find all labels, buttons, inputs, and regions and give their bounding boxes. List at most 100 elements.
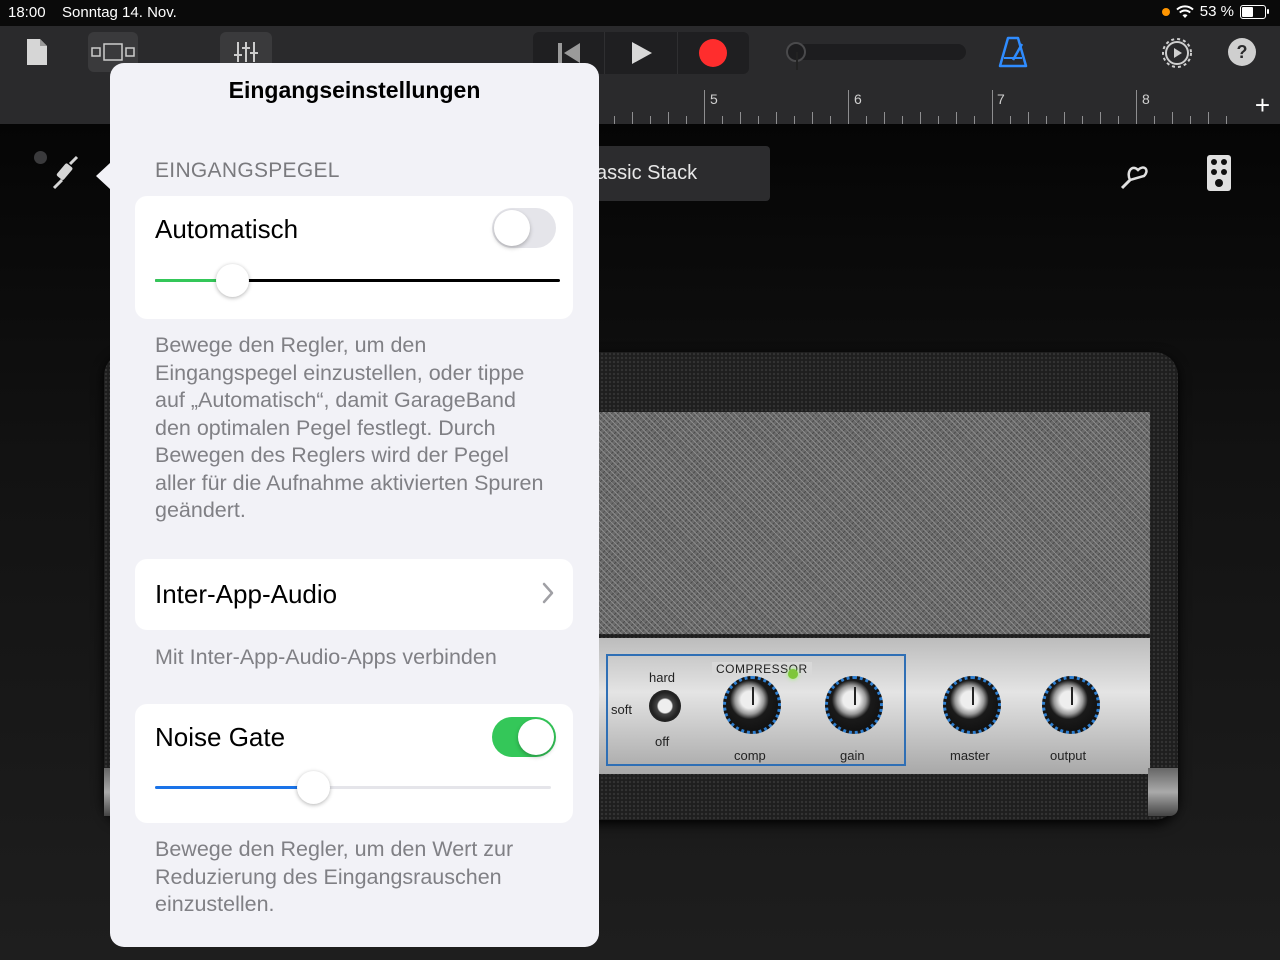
amp-grille xyxy=(598,412,1150,634)
popover-arrow xyxy=(96,163,110,189)
settings-icon[interactable] xyxy=(1160,36,1194,70)
ruler-tick xyxy=(956,112,957,124)
toggle-thumb xyxy=(494,210,530,246)
ruler-tick xyxy=(1082,116,1083,124)
ruler-tick xyxy=(974,116,975,124)
stompbox-icon[interactable] xyxy=(1206,154,1232,197)
ruler-tick xyxy=(920,112,921,124)
ruler-tick xyxy=(722,116,723,124)
ruler-tick xyxy=(1226,116,1227,124)
status-bar: 18:00 Sonntag 14. Nov. 53 % xyxy=(0,0,1280,26)
record-icon xyxy=(699,39,728,67)
input-settings-icon[interactable] xyxy=(50,154,80,195)
comp-knob[interactable] xyxy=(723,676,781,734)
knob-label-gain: gain xyxy=(840,748,865,763)
section-header-input-level: EINGANGSPEGEL xyxy=(155,159,340,182)
noise-gate-slider[interactable] xyxy=(155,771,551,804)
ruler-tick xyxy=(1172,112,1173,124)
status-date: Sonntag 14. Nov. xyxy=(62,4,177,21)
ruler-tick xyxy=(1190,116,1191,124)
record-button[interactable] xyxy=(678,32,749,74)
battery-icon xyxy=(1240,4,1269,19)
tuner-icon[interactable] xyxy=(1116,156,1152,195)
noise-gate-card: Noise Gate xyxy=(135,704,573,823)
status-right: 53 % xyxy=(1161,3,1269,20)
ruler-tick xyxy=(1154,116,1155,124)
ruler-mark: 7 xyxy=(997,91,1005,107)
rewind-icon xyxy=(557,43,580,63)
add-section-button[interactable]: + xyxy=(1255,90,1270,121)
inter-app-audio-footnote: Mit Inter-App-Audio-Apps verbinden xyxy=(155,645,497,669)
knob-label-output: output xyxy=(1050,748,1087,763)
ruler-tick xyxy=(758,116,759,124)
input-level-thumb[interactable] xyxy=(215,264,249,297)
ruler-tick xyxy=(812,112,813,124)
ruler-mark: 5 xyxy=(710,91,718,107)
chevron-right-icon xyxy=(542,582,554,604)
ruler-tick xyxy=(992,90,993,124)
ruler-tick xyxy=(776,112,777,124)
metronome-icon[interactable] xyxy=(996,34,1030,70)
status-time: 18:00 xyxy=(8,4,46,21)
popover-title: Eingangseinstellungen xyxy=(228,77,481,103)
input-level-slider[interactable] xyxy=(155,264,560,297)
noise-gate-toggle[interactable] xyxy=(492,717,556,757)
noise-gate-label: Noise Gate xyxy=(155,722,286,752)
battery-percent: 53 % xyxy=(1199,3,1234,20)
play-icon xyxy=(631,42,652,64)
play-button[interactable] xyxy=(605,32,678,74)
noise-gate-footnote: Bewege den Regler, um den Wert zur Reduz… xyxy=(155,837,514,916)
ruler-tick xyxy=(614,116,615,124)
ruler-tick xyxy=(740,112,741,124)
ruler-mark: 8 xyxy=(1142,91,1150,107)
ruler-tick xyxy=(686,116,687,124)
knob-label-master: master xyxy=(950,748,990,763)
automatic-label: Automatisch xyxy=(155,214,299,244)
ruler-tick xyxy=(884,112,885,124)
compressor-led xyxy=(788,669,798,679)
ruler-tick xyxy=(1118,116,1119,124)
record-enable-dot[interactable] xyxy=(34,151,47,164)
amp-control-panel: COMPRESSOR hard soft off comp gain maste… xyxy=(598,638,1150,774)
ruler-tick xyxy=(704,90,705,124)
noise-gate-thumb[interactable] xyxy=(297,771,331,804)
input-level-footnote: Bewege den Regler, um den Eingangspegel … xyxy=(155,333,544,522)
orange-dot-icon xyxy=(1161,7,1170,16)
master-knob[interactable] xyxy=(943,676,1001,734)
ruler-tick xyxy=(902,116,903,124)
wifi-icon xyxy=(1176,4,1194,18)
playhead-scrubber[interactable] xyxy=(786,42,966,70)
ruler-mark: 6 xyxy=(854,91,862,107)
input-settings-popover: Eingangseinstellungen EINGANGSPEGEL Auto… xyxy=(110,63,599,947)
ruler-tick xyxy=(668,112,669,124)
output-knob[interactable] xyxy=(1042,676,1100,734)
automatic-toggle[interactable] xyxy=(492,208,556,248)
ruler-tick xyxy=(848,90,849,124)
scrubber-knob[interactable] xyxy=(786,42,806,70)
ruler-tick xyxy=(866,116,867,124)
knob-label-comp: comp xyxy=(734,748,766,763)
input-level-card: Automatisch xyxy=(135,196,573,319)
help-icon[interactable]: ? xyxy=(1228,38,1256,66)
compressor-mode-switch[interactable] xyxy=(649,690,681,722)
ruler-tick xyxy=(1046,116,1047,124)
document-icon[interactable] xyxy=(24,36,50,68)
ruler-tick xyxy=(1028,112,1029,124)
inter-app-audio-label: Inter-App-Audio xyxy=(155,579,338,609)
ruler-tick xyxy=(794,116,795,124)
switch-label-hard: hard xyxy=(649,670,676,685)
ruler-tick xyxy=(1064,112,1065,124)
ruler-tick xyxy=(830,116,831,124)
switch-label-soft: soft xyxy=(611,702,632,717)
ruler-tick xyxy=(650,116,651,124)
toggle-thumb xyxy=(518,719,554,755)
inter-app-audio-row[interactable]: Inter-App-Audio xyxy=(135,559,573,630)
amp-corner-right xyxy=(1148,768,1178,816)
gain-knob[interactable] xyxy=(825,676,883,734)
ruler-tick xyxy=(1208,112,1209,124)
switch-label-off: off xyxy=(655,734,670,749)
ruler-tick xyxy=(632,112,633,124)
ruler-tick xyxy=(1100,112,1101,124)
ruler-tick xyxy=(1010,116,1011,124)
ruler-tick xyxy=(1136,90,1137,124)
